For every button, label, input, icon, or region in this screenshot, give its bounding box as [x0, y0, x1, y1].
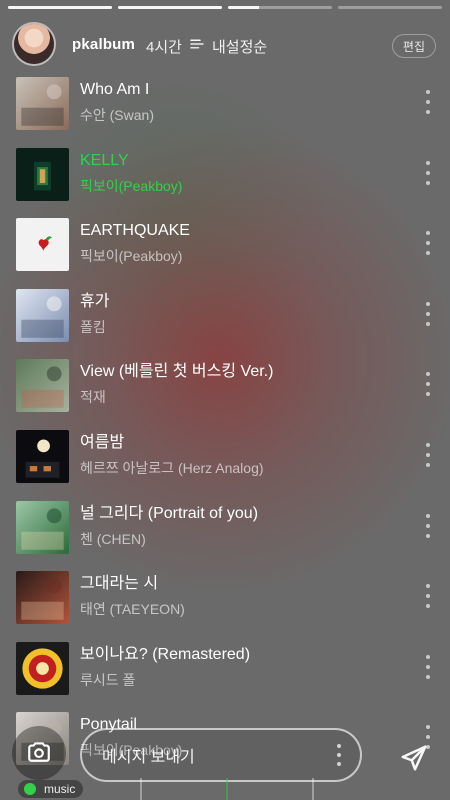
song-artist: 적재	[80, 389, 106, 406]
song-row[interactable]: 여름밤헤르쯔 아날로그 (Herz Analog)	[0, 423, 450, 494]
progress-fill-1	[8, 6, 112, 9]
more-vertical-icon[interactable]	[424, 372, 432, 397]
song-meta: 휴가폴킴	[80, 292, 408, 336]
song-row[interactable]: 그대라는 시태연 (TAEYEON)	[0, 564, 450, 635]
album-art[interactable]	[16, 500, 69, 554]
more-vertical-icon[interactable]	[424, 160, 432, 185]
song-title: 그대라는 시	[80, 575, 159, 593]
album-art[interactable]	[16, 641, 69, 695]
song-artist: 픽보이(Peakboy)	[80, 248, 183, 265]
album-art[interactable]	[16, 288, 69, 342]
username[interactable]: pkalbum	[72, 36, 135, 53]
song-meta: EARTHQUAKE 픽보이(Peakboy)	[80, 221, 408, 265]
song-meta: Who Am I 수안 (Swan)	[80, 80, 408, 124]
more-vertical-icon[interactable]	[336, 744, 342, 766]
song-row[interactable]: 휴가폴킴	[0, 282, 450, 353]
song-artist: 픽보이(Peakboy)	[80, 177, 183, 194]
song-meta: 그대라는 시태연 (TAEYEON)	[80, 574, 408, 618]
album-art[interactable]	[16, 77, 69, 130]
song-meta: 널 그리다 (Portrait of you) 첸 (CHEN)	[80, 504, 408, 548]
camera-button[interactable]	[12, 726, 66, 780]
album-art[interactable]	[16, 218, 69, 272]
send-button[interactable]	[396, 742, 432, 778]
song-artist: 루시드 폴	[80, 671, 136, 688]
song-row[interactable]: View (베를린 첫 버스킹 Ver.) 적재	[0, 352, 450, 423]
song-meta: View (베를린 첫 버스킹 Ver.) 적재	[80, 362, 408, 406]
album-art[interactable]	[16, 147, 69, 201]
album-art[interactable]	[16, 429, 69, 483]
song-artist: 수안 (Swan)	[80, 107, 154, 123]
more-vertical-icon[interactable]	[424, 301, 432, 326]
song-meta: KELLY 픽보이(Peakboy)	[80, 151, 408, 195]
song-title: KELLY	[80, 151, 129, 169]
send-icon	[399, 743, 429, 778]
song-row[interactable]: 널 그리다 (Portrait of you) 첸 (CHEN)	[0, 494, 450, 565]
music-indicator	[24, 783, 36, 795]
sort-control[interactable]: 내설정순	[188, 35, 267, 57]
progress-segment-1	[8, 6, 112, 9]
music-label: music	[44, 782, 76, 796]
more-vertical-icon[interactable]	[424, 442, 432, 467]
song-artist: 헤르쯔 아날로그 (Herz Analog)	[80, 459, 264, 476]
sort-icon	[188, 35, 206, 57]
more-vertical-icon[interactable]	[424, 654, 432, 679]
story-header: pkalbum 4시간 내설정순 편집	[0, 18, 450, 70]
edit-button[interactable]: 편집	[391, 34, 436, 58]
sort-label: 내설정순	[212, 38, 268, 56]
avatar[interactable]	[14, 24, 54, 64]
song-title: EARTHQUAKE	[80, 222, 190, 240]
progress-segment-3	[228, 6, 332, 9]
song-meta: 여름밤헤르쯔 아날로그 (Herz Analog)	[80, 433, 408, 477]
album-art[interactable]	[16, 359, 69, 413]
song-title: Who Am I	[80, 81, 150, 98]
camera-icon	[26, 738, 52, 769]
story-progress	[8, 6, 442, 10]
song-artist: 태연 (TAEYEON)	[80, 601, 185, 618]
more-vertical-icon[interactable]	[424, 513, 432, 538]
song-title: 널 그리다 (Portrait of you)	[80, 504, 259, 522]
message-placeholder: 메시지 보내기	[102, 749, 195, 766]
song-artist: 폴킴	[80, 318, 106, 335]
more-vertical-icon[interactable]	[424, 90, 432, 114]
progress-segment-4	[338, 6, 442, 9]
time-ago: 4시간	[146, 39, 182, 56]
song-title: 보이나요? (Remastered)	[80, 645, 251, 663]
more-vertical-icon[interactable]	[424, 231, 432, 256]
song-title: 여름밤	[80, 433, 125, 451]
song-title: View (베를린 첫 버스킹 Ver.)	[80, 363, 274, 381]
story-viewer: pkalbum 4시간 내설정순 편집 Who Am I 수안 (Swan) K…	[0, 0, 450, 800]
more-vertical-icon[interactable]	[424, 584, 432, 609]
song-list: Who Am I 수안 (Swan) KELLY 픽보이(Peakboy) EART…	[0, 70, 450, 766]
album-art[interactable]	[16, 571, 69, 625]
bottom-controls: 메시지 보내기 music	[0, 700, 450, 800]
song-meta: 보이나요? (Remastered) 루시드 폴	[80, 645, 408, 689]
progress-fill-2	[118, 6, 222, 9]
song-row[interactable]: Who Am I 수안 (Swan)	[0, 70, 450, 141]
song-title: 휴가	[80, 292, 110, 310]
progress-segment-2	[118, 6, 222, 9]
message-input[interactable]: 메시지 보내기	[80, 728, 362, 782]
song-artist: 첸 (CHEN)	[80, 530, 146, 547]
music-badge[interactable]: music	[18, 780, 84, 798]
song-row[interactable]: KELLY 픽보이(Peakboy)	[0, 141, 450, 212]
progress-fill-3	[228, 6, 260, 9]
song-row[interactable]: EARTHQUAKE 픽보이(Peakboy)	[0, 211, 450, 282]
song-row[interactable]: 보이나요? (Remastered) 루시드 폴	[0, 635, 450, 706]
